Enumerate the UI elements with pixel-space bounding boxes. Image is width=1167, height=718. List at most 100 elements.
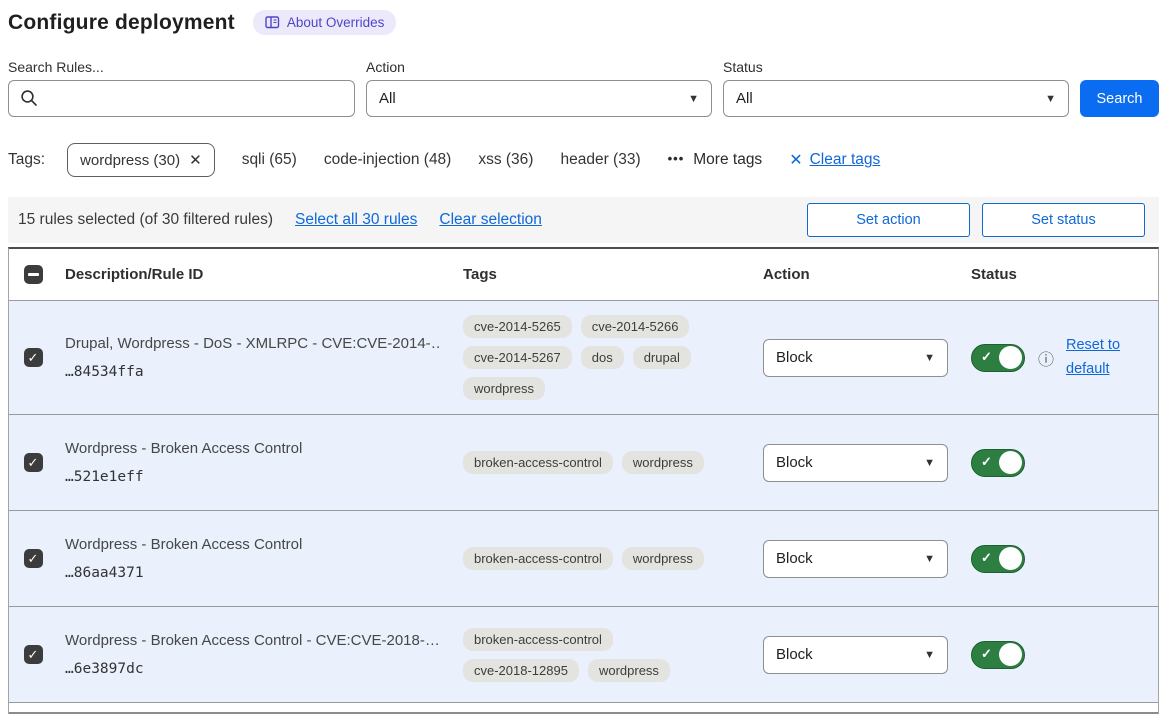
chevron-down-icon: ▼ bbox=[924, 553, 935, 565]
tag-pill: cve-2018-12895 bbox=[463, 659, 579, 682]
rule-action-value: Block bbox=[776, 349, 813, 366]
rule-status-toggle[interactable]: ✓ bbox=[971, 344, 1025, 372]
tag-pill: cve-2014-5266 bbox=[581, 315, 690, 338]
row-checkbox[interactable]: ✓ bbox=[24, 348, 43, 367]
action-filter-field: Action All ▼ bbox=[366, 59, 712, 117]
search-rules-label: Search Rules... bbox=[8, 59, 355, 75]
selection-bar: 15 rules selected (of 30 filtered rules)… bbox=[8, 197, 1159, 243]
table-row: ✓ Wordpress - Broken Access Control - CV… bbox=[9, 607, 1158, 703]
chevron-down-icon: ▼ bbox=[924, 352, 935, 364]
clear-tags-button[interactable]: ✕ Clear tags bbox=[789, 150, 880, 170]
tag-option-code-injection[interactable]: code-injection (48) bbox=[324, 151, 452, 169]
selected-tag-wordpress[interactable]: wordpress (30) ✕ bbox=[67, 143, 215, 177]
status-filter-label: Status bbox=[723, 59, 1069, 75]
column-header-status: Status bbox=[963, 266, 1158, 283]
reset-to-default-link[interactable]: Reset to default bbox=[1066, 334, 1128, 382]
table-row: ✓ Wordpress - Broken Access Control …521… bbox=[9, 415, 1158, 511]
table-body: ✓ Drupal, Wordpress - DoS - XMLRPC - CVE… bbox=[9, 301, 1158, 703]
search-rules-input[interactable] bbox=[8, 80, 355, 117]
status-filter-select[interactable]: All ▼ bbox=[723, 80, 1069, 117]
rule-action-select[interactable]: Block ▼ bbox=[763, 540, 948, 578]
tag-pill: wordpress bbox=[622, 451, 704, 474]
table-row: ✓ Drupal, Wordpress - DoS - XMLRPC - CVE… bbox=[9, 301, 1158, 415]
tag-pill: cve-2014-5267 bbox=[463, 346, 572, 369]
tag-pill: broken-access-control bbox=[463, 451, 613, 474]
rule-action-value: Block bbox=[776, 550, 813, 567]
select-all-rules-link[interactable]: Select all 30 rules bbox=[295, 211, 417, 229]
toggle-check-icon: ✓ bbox=[981, 349, 992, 365]
tag-option-sqli[interactable]: sqli (65) bbox=[242, 151, 297, 169]
set-status-button[interactable]: Set status bbox=[982, 203, 1145, 237]
set-action-button[interactable]: Set action bbox=[807, 203, 970, 237]
toggle-knob bbox=[999, 451, 1022, 474]
rule-id: …86aa4371 bbox=[65, 565, 441, 581]
selected-tag-label: wordpress (30) bbox=[80, 152, 180, 169]
book-icon bbox=[265, 16, 280, 29]
toggle-check-icon: ✓ bbox=[981, 646, 992, 662]
tags-bar: Tags: wordpress (30) ✕ sqli (65) code-in… bbox=[8, 143, 1159, 177]
tags-label: Tags: bbox=[8, 151, 45, 169]
tag-option-xss[interactable]: xss (36) bbox=[478, 151, 533, 169]
rule-id: …84534ffa bbox=[65, 364, 441, 380]
status-filter-value: All bbox=[736, 90, 753, 107]
tag-pill: broken-access-control bbox=[463, 628, 613, 651]
rule-tags: broken-access-controlwordpress bbox=[455, 547, 747, 570]
toggle-check-icon: ✓ bbox=[981, 550, 992, 566]
chevron-down-icon: ▼ bbox=[688, 93, 699, 105]
tag-pill: drupal bbox=[633, 346, 691, 369]
tag-pill: wordpress bbox=[588, 659, 670, 682]
column-header-description: Description/Rule ID bbox=[57, 266, 455, 283]
rule-action-select[interactable]: Block ▼ bbox=[763, 339, 948, 377]
action-filter-label: Action bbox=[366, 59, 712, 75]
toggle-knob bbox=[999, 643, 1022, 666]
row-checkbox[interactable]: ✓ bbox=[24, 645, 43, 664]
tag-pill: broken-access-control bbox=[463, 547, 613, 570]
configure-deployment-page: Configure deployment About Overrides Sea… bbox=[0, 0, 1167, 714]
toggle-check-icon: ✓ bbox=[981, 454, 992, 470]
table-bottom-edge bbox=[9, 703, 1158, 714]
table-header-row: Description/Rule ID Tags Action Status bbox=[9, 249, 1158, 301]
row-checkbox[interactable]: ✓ bbox=[24, 453, 43, 472]
more-tags-label: More tags bbox=[693, 151, 762, 169]
select-all-checkbox[interactable] bbox=[24, 265, 43, 284]
rule-tags: cve-2014-5265cve-2014-5266cve-2014-5267d… bbox=[455, 315, 747, 400]
status-filter-field: Status All ▼ bbox=[723, 59, 1069, 117]
search-rules-field: Search Rules... bbox=[8, 59, 355, 117]
clear-tags-x-icon: ✕ bbox=[789, 150, 802, 170]
rule-description: Wordpress - Broken Access Control - CVE:… bbox=[65, 632, 441, 649]
selection-summary: 15 rules selected (of 30 filtered rules) bbox=[18, 211, 273, 229]
tag-option-header[interactable]: header (33) bbox=[560, 151, 640, 169]
tag-pill: dos bbox=[581, 346, 624, 369]
search-button[interactable]: Search bbox=[1080, 80, 1159, 117]
rule-id: …521e1eff bbox=[65, 469, 441, 485]
rule-status-toggle[interactable]: ✓ bbox=[971, 449, 1025, 477]
rule-status-toggle[interactable]: ✓ bbox=[971, 641, 1025, 669]
remove-tag-icon[interactable]: ✕ bbox=[189, 151, 202, 169]
rule-description: Wordpress - Broken Access Control bbox=[65, 440, 441, 457]
info-icon[interactable]: ⓘ bbox=[1038, 346, 1054, 370]
rule-action-select[interactable]: Block ▼ bbox=[763, 636, 948, 674]
page-title: Configure deployment bbox=[8, 11, 235, 35]
more-tags-button[interactable]: ••• More tags bbox=[668, 151, 763, 169]
clear-selection-link[interactable]: Clear selection bbox=[439, 211, 542, 229]
toggle-knob bbox=[999, 547, 1022, 570]
table-row: ✓ Wordpress - Broken Access Control …86a… bbox=[9, 511, 1158, 607]
reset-area: ⓘ Reset to default bbox=[1038, 334, 1128, 382]
chevron-down-icon: ▼ bbox=[924, 457, 935, 469]
column-header-action: Action bbox=[755, 266, 963, 283]
action-filter-value: All bbox=[379, 90, 396, 107]
filters-row: Search Rules... Action All ▼ Status All … bbox=[8, 59, 1159, 117]
about-overrides-label: About Overrides bbox=[287, 15, 385, 30]
ellipsis-icon: ••• bbox=[668, 151, 685, 166]
rule-status-toggle[interactable]: ✓ bbox=[971, 545, 1025, 573]
search-icon bbox=[20, 89, 38, 112]
about-overrides-badge[interactable]: About Overrides bbox=[253, 10, 397, 35]
rule-action-value: Block bbox=[776, 646, 813, 663]
rule-action-select[interactable]: Block ▼ bbox=[763, 444, 948, 482]
rule-tags: broken-access-control cve-2018-12895 wordp… bbox=[455, 628, 747, 682]
action-filter-select[interactable]: All ▼ bbox=[366, 80, 712, 117]
rule-tags: broken-access-control wordpress bbox=[455, 451, 747, 474]
row-checkbox[interactable]: ✓ bbox=[24, 549, 43, 568]
toggle-knob bbox=[999, 346, 1022, 369]
page-header: Configure deployment About Overrides bbox=[8, 10, 1159, 35]
